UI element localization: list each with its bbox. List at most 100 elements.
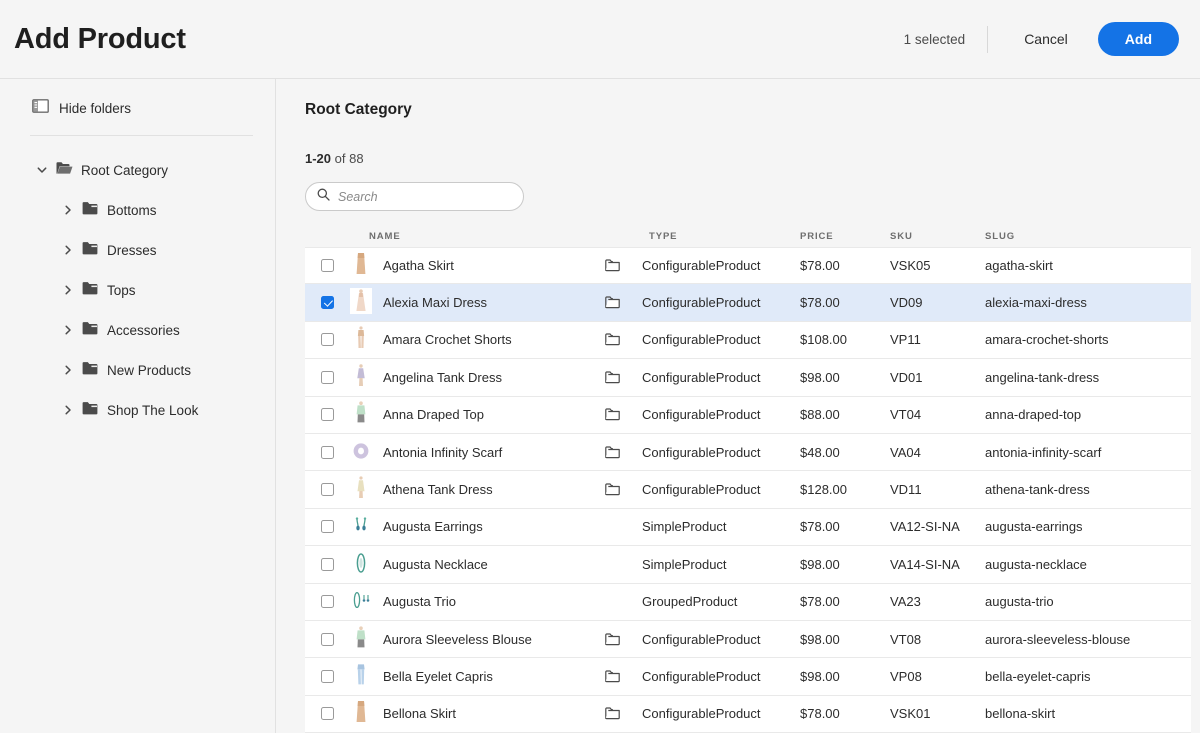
row-select-cell[interactable] <box>305 446 350 459</box>
row-checkbox[interactable] <box>321 633 334 646</box>
chevron-right-icon[interactable] <box>62 324 74 336</box>
row-checkbox[interactable] <box>321 520 334 533</box>
product-name: Aurora Sleeveless Blouse <box>383 632 532 647</box>
product-name-cell: Angelina Tank Dress <box>350 363 605 392</box>
product-name-cell: Augusta Earrings <box>350 512 605 541</box>
tree-item-bottoms[interactable]: Bottoms <box>14 190 255 230</box>
product-type: GroupedProduct <box>642 594 737 609</box>
rail-panel-icon <box>32 99 49 118</box>
chevron-down-icon[interactable] <box>36 164 48 176</box>
selected-count: 1 selected <box>904 32 988 47</box>
product-sku: VT04 <box>890 407 985 422</box>
product-slug: athena-tank-dress <box>985 482 1191 497</box>
column-header-slug: SLUG <box>985 231 1191 242</box>
row-select-cell[interactable] <box>305 558 350 571</box>
product-name: Athena Tank Dress <box>383 482 493 497</box>
table-row[interactable]: Aurora Sleeveless Blouse ConfigurableProd… <box>305 621 1191 658</box>
product-type-cell: ConfigurableProduct <box>605 445 800 460</box>
product-table: NAME TYPE PRICE SKU SLUG Agatha SkirtCon… <box>305 225 1191 733</box>
product-sku: VT08 <box>890 632 985 647</box>
row-select-cell[interactable] <box>305 371 350 384</box>
search-input[interactable] <box>338 190 512 204</box>
page-body: Hide folders Root CategoryBottomsDresses… <box>0 79 1200 733</box>
product-name: Antonia Infinity Scarf <box>383 445 502 460</box>
row-select-cell[interactable] <box>305 707 350 720</box>
table-row[interactable]: Antonia Infinity Scarf ConfigurableProduc… <box>305 434 1191 471</box>
product-type: SimpleProduct <box>642 519 727 534</box>
table-row[interactable]: Bella Eyelet CaprisConfigurableProduct$9… <box>305 658 1191 695</box>
column-header-sku: SKU <box>890 231 985 242</box>
row-checkbox[interactable] <box>321 483 334 496</box>
table-row[interactable]: Angelina Tank DressConfigurableProduct$9… <box>305 359 1191 396</box>
product-name: Augusta Trio <box>383 594 456 609</box>
folder-icon <box>605 595 620 608</box>
tree-item-root-category[interactable]: Root Category <box>14 150 255 190</box>
folder-icon <box>82 281 99 300</box>
row-select-cell[interactable] <box>305 408 350 421</box>
table-row[interactable]: Augusta TrioGroupedProduct$78.00VA23augu… <box>305 584 1191 621</box>
chevron-right-icon[interactable] <box>62 244 74 256</box>
table-row[interactable]: Augusta NecklaceSimpleProduct$98.00VA14-… <box>305 546 1191 583</box>
product-name-cell: Aurora Sleeveless Blouse <box>350 625 605 654</box>
table-row[interactable]: Anna Draped TopConfigurableProduct$88.00… <box>305 397 1191 434</box>
table-row[interactable]: Athena Tank DressConfigurableProduct$128… <box>305 471 1191 508</box>
product-name-cell: Alexia Maxi Dress <box>350 288 605 317</box>
tree-item-dresses[interactable]: Dresses <box>14 230 255 270</box>
row-checkbox[interactable] <box>321 408 334 421</box>
row-checkbox[interactable] <box>321 371 334 384</box>
row-select-cell[interactable] <box>305 633 350 646</box>
chevron-right-icon[interactable] <box>62 404 74 416</box>
product-name: Augusta Earrings <box>383 519 483 534</box>
product-thumbnail <box>350 662 372 691</box>
product-type-cell: ConfigurableProduct <box>605 669 800 684</box>
row-select-cell[interactable] <box>305 296 350 309</box>
product-type: ConfigurableProduct <box>642 632 761 647</box>
table-row[interactable]: Amara Crochet ShortsConfigurableProduct$… <box>305 322 1191 359</box>
row-select-cell[interactable] <box>305 670 350 683</box>
table-row[interactable]: Bellona SkirtConfigurableProduct$78.00VS… <box>305 696 1191 733</box>
table-row[interactable]: Agatha SkirtConfigurableProduct$78.00VSK… <box>305 247 1191 284</box>
row-checkbox[interactable] <box>321 296 334 309</box>
product-sku: VSK01 <box>890 706 985 721</box>
product-type: ConfigurableProduct <box>642 706 761 721</box>
product-type: ConfigurableProduct <box>642 445 761 460</box>
row-checkbox[interactable] <box>321 446 334 459</box>
row-checkbox[interactable] <box>321 670 334 683</box>
table-row[interactable]: Augusta EarringsSimpleProduct$78.00VA12-… <box>305 509 1191 546</box>
tree-item-tops[interactable]: Tops <box>14 270 255 310</box>
tree-item-shop-the-look[interactable]: Shop The Look <box>14 390 255 430</box>
row-checkbox[interactable] <box>321 707 334 720</box>
page-header: Add Product 1 selected Cancel Add <box>0 0 1200 79</box>
row-checkbox[interactable] <box>321 558 334 571</box>
table-row[interactable]: Alexia Maxi DressConfigurableProduct$78.… <box>305 284 1191 321</box>
chevron-right-icon[interactable] <box>62 284 74 296</box>
row-select-cell[interactable] <box>305 259 350 272</box>
product-type-cell: ConfigurableProduct <box>605 370 800 385</box>
add-button[interactable]: Add <box>1098 22 1179 56</box>
cancel-button[interactable]: Cancel <box>1006 24 1086 54</box>
hide-folders-toggle[interactable]: Hide folders <box>14 95 255 122</box>
chevron-right-icon[interactable] <box>62 204 74 216</box>
product-browser: Root Category 1-20 of 88 NAME TYPE PRICE… <box>276 79 1200 733</box>
tree-item-new-products[interactable]: New Products <box>14 350 255 390</box>
row-select-cell[interactable] <box>305 333 350 346</box>
product-thumbnail <box>350 325 372 354</box>
product-slug: augusta-necklace <box>985 557 1191 572</box>
row-checkbox[interactable] <box>321 259 334 272</box>
tree-item-accessories[interactable]: Accessories <box>14 310 255 350</box>
row-select-cell[interactable] <box>305 520 350 533</box>
row-select-cell[interactable] <box>305 595 350 608</box>
category-tree: Root CategoryBottomsDressesTopsAccessori… <box>14 136 255 430</box>
folder-icon <box>82 321 99 340</box>
folder-icon <box>605 707 620 720</box>
product-sku: VP08 <box>890 669 985 684</box>
search-field[interactable] <box>305 182 524 211</box>
tree-item-label: Shop The Look <box>107 403 198 418</box>
row-checkbox[interactable] <box>321 333 334 346</box>
product-sku: VD01 <box>890 370 985 385</box>
folder-icon <box>605 371 620 384</box>
row-checkbox[interactable] <box>321 595 334 608</box>
product-slug: augusta-trio <box>985 594 1191 609</box>
chevron-right-icon[interactable] <box>62 364 74 376</box>
row-select-cell[interactable] <box>305 483 350 496</box>
